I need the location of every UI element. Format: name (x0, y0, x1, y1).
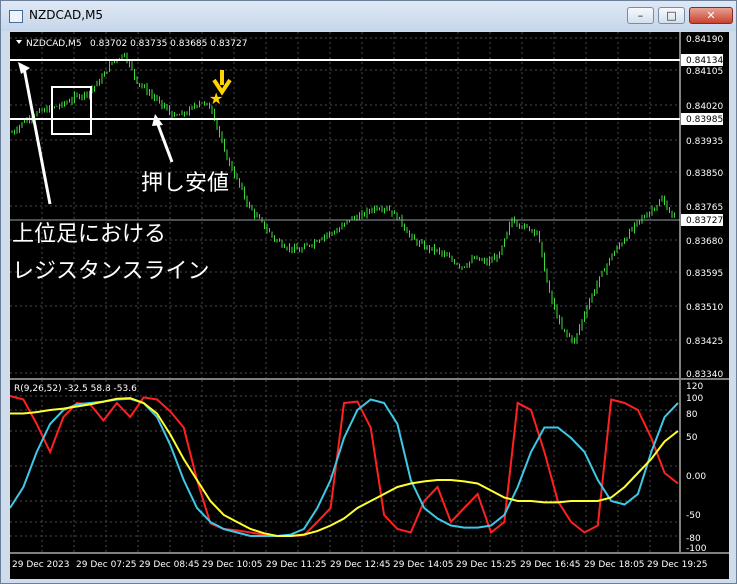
time-tick: 29 Dec 07:25 (76, 560, 137, 570)
arrow-icon[interactable] (18, 62, 52, 205)
close-icon: ✕ (706, 9, 716, 22)
arrow-icon[interactable] (152, 114, 174, 163)
resistance-label-line2: レジスタンスライン (12, 259, 210, 284)
time-tick: 29 Dec 10:05 (202, 560, 263, 570)
indicator-line-2 (9, 397, 679, 537)
price-axis: 0.84190 0.84105 0.84020 0.83935 0.83850 … (679, 32, 723, 380)
indicator-grid (10, 380, 680, 552)
time-axis: 29 Dec 2023 29 Dec 07:25 29 Dec 08:45 29… (12, 560, 708, 570)
time-tick: 29 Dec 19:25 (647, 560, 708, 570)
current-price-label: 0.83727 (686, 216, 723, 226)
time-tick: 29 Dec 14:05 (393, 560, 454, 570)
indicator-tick: 120 (686, 382, 703, 392)
pullback-label: 押し安値 (141, 171, 229, 196)
chart-window: NZDCAD,M5 – □ ✕ 0.84190 0.84105 0.84020 … (0, 0, 737, 584)
indicator-tick: -80 (686, 534, 701, 544)
indicator-header: R(9,26,52) -32.5 58.8 -53.6 (14, 384, 137, 394)
maximize-icon: □ (666, 9, 677, 22)
price-tick: 0.83765 (686, 203, 723, 213)
chart-ohlc: 0.83702 0.83735 0.83685 0.83727 (90, 39, 247, 49)
time-tick: 29 Dec 15:25 (456, 560, 517, 570)
chart-window-icon (9, 10, 23, 23)
indicator-tick: -50 (686, 511, 701, 521)
star-icon: ★ (209, 89, 223, 108)
chart-symbol: NZDCAD,M5 (26, 39, 82, 49)
time-tick: 29 Dec 18:05 (584, 560, 645, 570)
close-button[interactable]: ✕ (689, 7, 733, 24)
minimize-icon: – (637, 9, 644, 22)
price-series (11, 52, 675, 344)
minimize-button[interactable]: – (627, 7, 654, 24)
chart-canvas[interactable]: 0.84190 0.84105 0.84020 0.83935 0.83850 … (9, 32, 729, 579)
indicator-line-3 (10, 397, 679, 537)
price-tick: 0.83680 (686, 237, 723, 247)
indicator-tick: 0.00 (686, 472, 706, 482)
resistance-price-label: 0.84134 (686, 56, 723, 66)
title-bar[interactable]: NZDCAD,M5 – □ ✕ (1, 1, 736, 31)
time-tick: 29 Dec 16:45 (520, 560, 581, 570)
highlight-box[interactable] (51, 86, 92, 135)
dropdown-triangle-icon[interactable] (16, 40, 22, 44)
price-tick: 0.83935 (686, 137, 723, 147)
price-tick: 0.83595 (686, 269, 723, 279)
time-tick: 29 Dec 08:45 (139, 560, 200, 570)
support-price-label: 0.83985 (686, 115, 723, 125)
resistance-label-line1: 上位足における (12, 222, 166, 247)
indicator-tick: 100 (686, 394, 703, 404)
price-tick: 0.83510 (686, 303, 723, 313)
indicator-axis: 120 100 80 50 0.00 -50 -80 -100 (679, 380, 707, 554)
window-title: NZDCAD,M5 (29, 8, 104, 22)
indicator-tick: 50 (686, 433, 698, 443)
time-tick: 29 Dec 2023 (12, 560, 70, 570)
maximize-button[interactable]: □ (658, 7, 685, 24)
price-tick: 0.84020 (686, 102, 723, 112)
price-tick: 0.83425 (686, 337, 723, 347)
chart-area[interactable]: 0.84190 0.84105 0.84020 0.83935 0.83850 … (9, 32, 729, 579)
indicator-tick: 80 (686, 410, 698, 420)
price-tick: 0.84105 (686, 67, 723, 77)
price-tick: 0.83850 (686, 169, 723, 179)
time-tick: 29 Dec 12:45 (330, 560, 391, 570)
time-tick: 29 Dec 11:25 (266, 560, 327, 570)
price-tick: 0.84190 (686, 35, 723, 45)
